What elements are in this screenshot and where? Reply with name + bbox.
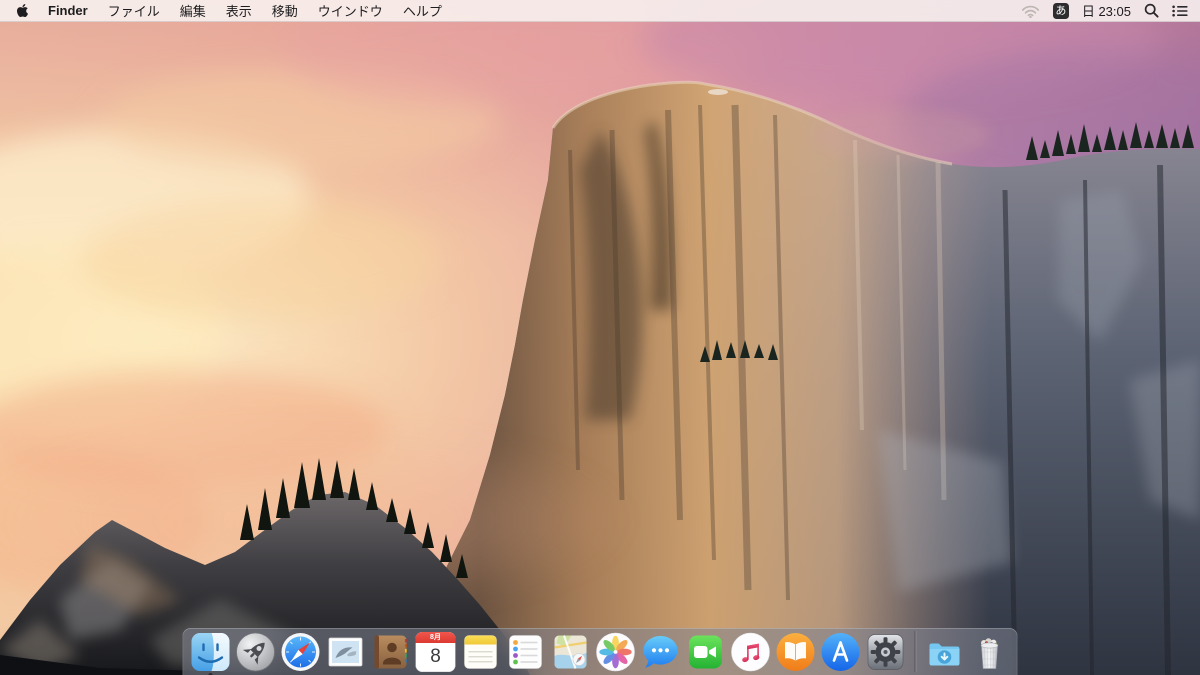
- input-source-menu[interactable]: あ: [1052, 2, 1069, 19]
- facetime-camera-icon: [689, 635, 722, 668]
- dock-item-calendar[interactable]: 8月 8: [415, 631, 456, 672]
- dock-item-app-store[interactable]: [821, 632, 861, 672]
- menu-go[interactable]: 移動: [262, 1, 308, 20]
- maps-icon: [554, 634, 587, 669]
- wallpaper-image: [0, 0, 1200, 675]
- dock-item-ibooks[interactable]: [776, 632, 816, 672]
- contacts-book-icon: [374, 635, 407, 668]
- dock: 8月 8: [182, 628, 1018, 675]
- calendar-icon: 8月 8: [415, 631, 456, 672]
- dock-item-launchpad[interactable]: [236, 632, 276, 672]
- ibooks-icon: [776, 632, 815, 671]
- dock-item-facetime[interactable]: [686, 632, 726, 672]
- dock-item-contacts[interactable]: [371, 632, 411, 672]
- downloads-folder-icon: [929, 643, 960, 665]
- dock-item-downloads[interactable]: [925, 632, 965, 672]
- system-preferences-gear-icon: [867, 633, 904, 670]
- reminders-icon: [509, 634, 542, 669]
- dock-item-maps[interactable]: [551, 632, 591, 672]
- launchpad-rocket-icon: [236, 632, 275, 671]
- trash-full-icon: [980, 637, 999, 669]
- menu-edit[interactable]: 編集: [170, 1, 216, 20]
- dock-item-notes[interactable]: [461, 632, 501, 672]
- notes-icon: [464, 634, 497, 669]
- menu-help[interactable]: ヘルプ: [393, 1, 452, 20]
- menu-bar: Finder ファイル 編集 表示 移動 ウインドウ ヘルプ あ 日 23:05: [0, 0, 1200, 22]
- active-app-name[interactable]: Finder: [38, 3, 98, 18]
- dock-item-reminders[interactable]: [506, 632, 546, 672]
- notification-center-icon[interactable]: [1172, 5, 1188, 17]
- dock-item-finder[interactable]: [191, 632, 231, 675]
- apple-menu[interactable]: [14, 0, 38, 21]
- dock-item-itunes[interactable]: [731, 632, 771, 672]
- finder-icon: [191, 632, 230, 671]
- messages-bubble-icon: [643, 635, 678, 668]
- dock-item-mail[interactable]: [326, 632, 366, 672]
- menu-bar-clock[interactable]: 日 23:05: [1082, 1, 1131, 20]
- dock-item-system-preferences[interactable]: [866, 632, 906, 672]
- input-source-label: あ: [1055, 4, 1067, 17]
- mail-stamp-icon: [328, 637, 363, 666]
- dock-item-trash[interactable]: [970, 632, 1010, 672]
- menu-bar-left: Finder ファイル 編集 表示 移動 ウインドウ ヘルプ: [14, 0, 452, 21]
- wifi-icon[interactable]: [1021, 4, 1040, 18]
- menu-window[interactable]: ウインドウ: [308, 1, 393, 20]
- spotlight-search-icon[interactable]: [1144, 3, 1159, 18]
- apple-logo-icon: [16, 3, 29, 18]
- app-store-icon: [821, 632, 860, 671]
- itunes-note-icon: [731, 632, 770, 671]
- safari-compass-icon: [281, 632, 320, 671]
- dock-item-messages[interactable]: [641, 632, 681, 672]
- dock-item-photos[interactable]: [596, 632, 636, 672]
- calendar-day-label: 8: [430, 645, 441, 667]
- menu-bar-status: あ 日 23:05: [1021, 0, 1188, 21]
- menu-file[interactable]: ファイル: [98, 1, 170, 20]
- photos-flower-icon: [596, 632, 635, 671]
- desktop: Finder ファイル 編集 表示 移動 ウインドウ ヘルプ あ 日 23:05: [0, 0, 1200, 675]
- dock-separator: [914, 631, 916, 672]
- calendar-month-label: 8月: [415, 631, 456, 643]
- menu-view[interactable]: 表示: [216, 1, 262, 20]
- dock-item-safari[interactable]: [281, 632, 321, 672]
